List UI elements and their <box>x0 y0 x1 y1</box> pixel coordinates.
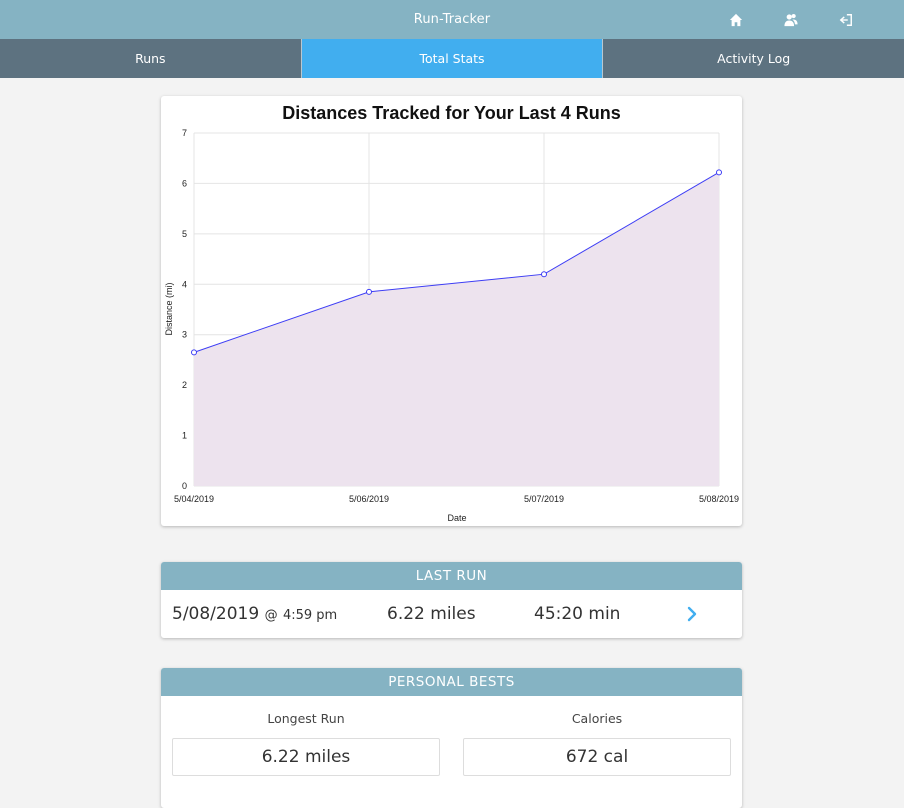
data-point <box>366 288 372 295</box>
x-tick-label: 5/08/2019 <box>699 494 739 504</box>
y-tick-label: 3 <box>182 330 187 340</box>
home-icon[interactable] <box>728 12 744 28</box>
longest-run-value: 6.22 miles <box>172 738 440 776</box>
y-axis-label: Distance (mi) <box>164 282 174 335</box>
y-tick-label: 7 <box>182 128 187 138</box>
data-point <box>541 271 547 278</box>
longest-run-col: Longest Run 6.22 miles <box>172 711 440 776</box>
y-tick-label: 5 <box>182 229 187 239</box>
x-tick-label: 5/04/2019 <box>174 494 214 504</box>
users-icon[interactable] <box>783 12 799 28</box>
last-run-header: LAST RUN <box>161 562 742 590</box>
tab-runs[interactable]: Runs <box>0 39 302 78</box>
last-run-row[interactable]: 5/08/2019 @ 4:59 pm 6.22 miles 45:20 min <box>161 590 742 638</box>
header-icons <box>689 0 854 39</box>
last-run-distance: 6.22 miles <box>387 604 476 624</box>
last-run-duration: 45:20 min <box>534 604 621 624</box>
last-run-time-prefix: @ <box>264 608 278 623</box>
data-point <box>191 349 197 356</box>
distance-chart: 0 1 2 3 4 5 6 7 5/04/2019 5/06/2019 5/07/2019 5/08… <box>164 128 739 523</box>
tab-total-stats[interactable]: Total Stats <box>301 39 604 78</box>
x-axis-label: Date <box>447 513 466 523</box>
y-tick-labels: 0 1 2 3 4 5 6 7 <box>182 128 187 491</box>
last-run-date-group: 5/08/2019 @ 4:59 pm <box>172 604 337 624</box>
tab-activity-log[interactable]: Activity Log <box>603 39 904 78</box>
x-tick-label: 5/06/2019 <box>349 494 389 504</box>
logout-icon[interactable] <box>838 12 854 28</box>
last-run-card: LAST RUN 5/08/2019 @ 4:59 pm 6.22 miles … <box>161 562 742 638</box>
x-tick-labels: 5/04/2019 5/06/2019 5/07/2019 5/08/2019 <box>174 494 739 504</box>
y-tick-label: 4 <box>182 279 187 289</box>
last-run-time: 4:59 pm <box>282 608 338 623</box>
personal-bests-card: PERSONAL BESTS Longest Run 6.22 miles Ca… <box>161 668 742 808</box>
chevron-right-icon[interactable] <box>685 605 699 623</box>
data-point <box>716 169 722 176</box>
calories-label: Calories <box>571 711 623 726</box>
calories-value: 672 cal <box>463 738 731 776</box>
chart-title: Distances Tracked for Your Last 4 Runs <box>282 103 621 123</box>
personal-bests-header: PERSONAL BESTS <box>161 668 742 696</box>
y-tick-label: 6 <box>182 178 187 188</box>
last-run-date: 5/08/2019 <box>172 604 260 624</box>
y-tick-label: 1 <box>182 431 187 441</box>
nav-tabs: Runs Total Stats Activity Log <box>0 39 904 78</box>
x-tick-label: 5/07/2019 <box>524 494 564 504</box>
y-tick-label: 0 <box>182 481 187 491</box>
app-title: Run-Tracker <box>413 12 491 27</box>
longest-run-label: Longest Run <box>267 711 345 726</box>
y-tick-label: 2 <box>182 380 187 390</box>
series-area <box>194 172 719 486</box>
app-header: Run-Tracker <box>0 0 904 39</box>
calories-col: Calories 672 cal <box>463 711 731 776</box>
